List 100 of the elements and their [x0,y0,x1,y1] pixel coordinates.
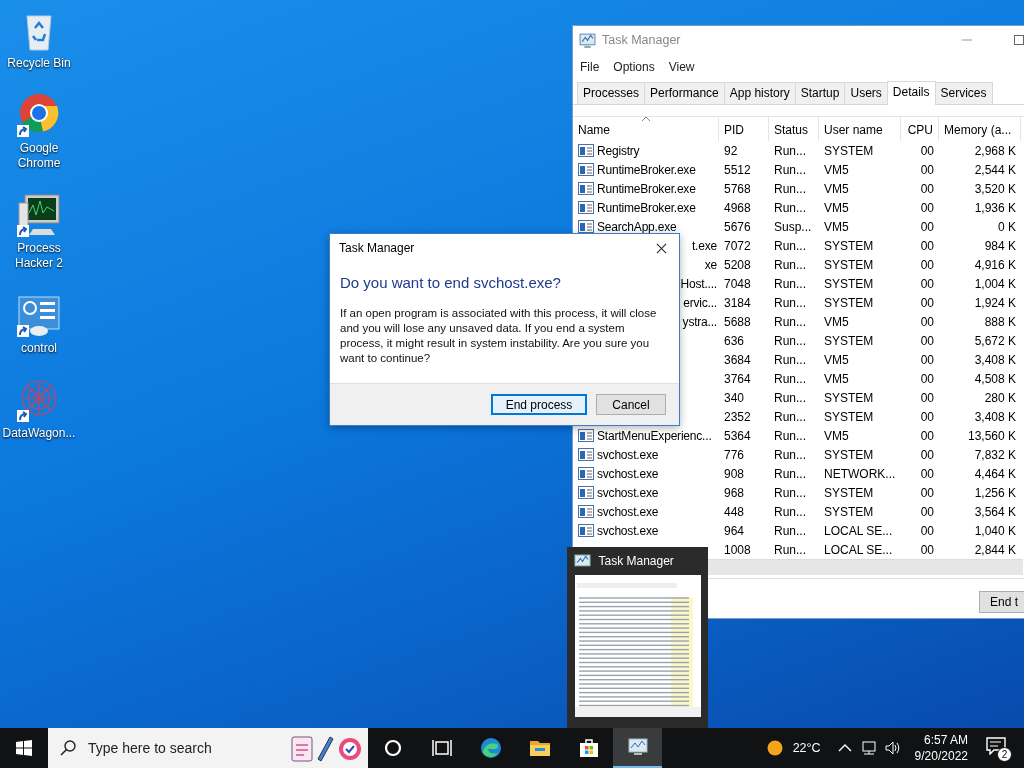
table-cell: Registry [597,143,640,158]
tab[interactable]: Users [844,82,888,104]
taskbar-preview-popup[interactable]: Task Manager [567,547,708,728]
sun-weather-icon[interactable] [766,740,783,756]
table-cell: LOCAL SE... [824,542,893,557]
table-cell: Run... [774,504,806,519]
table-cell: Run... [774,314,806,329]
table-cell: Run... [774,390,806,405]
dialog-heading: Do you want to end svchost.exe? [339,273,562,291]
table-cell: 1,936 K [974,200,1016,215]
app-window-icon [578,448,594,461]
table-cell: 00 [920,390,934,405]
clock[interactable]: 6:57 AM 9/20/2022 [914,732,968,764]
table-cell: VM5 [824,314,849,329]
table-cell: 00 [920,181,934,196]
table-cell: 00 [920,466,934,481]
table-cell: 5512 [724,162,751,177]
table-cell: Run... [774,276,806,291]
column-header[interactable]: Memory (a... [939,117,1021,141]
volume-icon[interactable] [884,740,901,756]
table-cell: 00 [920,333,934,348]
menu-item[interactable]: Options [613,60,655,74]
app-window-icon [578,429,594,442]
table-cell: 13,560 K [967,428,1016,443]
table-cell: 3,564 K [974,504,1016,519]
table-cell: 1,040 K [974,523,1016,538]
column-header[interactable]: CPU [901,117,939,141]
desktop-icon-label[interactable]: control [0,341,78,356]
column-header[interactable]: Status [769,117,819,141]
maximize-icon[interactable] [1013,34,1024,46]
table-cell: 4968 [724,200,751,215]
network-icon[interactable] [860,740,877,756]
table-cell: 776 [724,447,745,462]
table-cell: Run... [774,200,806,215]
monitor-icon[interactable] [15,191,63,239]
app-window-icon [578,201,594,214]
table-cell: 00 [920,314,934,329]
table-cell: 00 [920,257,934,272]
dialog-button[interactable]: End process [491,394,587,415]
desktop-icon-label[interactable]: DataWagon... [0,426,78,441]
tab[interactable]: Processes [577,82,646,104]
table-cell: 00 [920,200,934,215]
tab[interactable]: Services [934,82,993,104]
table-cell: RuntimeBroker.exe [597,200,696,215]
table-cell: svchost.exe [597,466,659,481]
table-cell: LOCAL SE... [824,523,893,538]
preview-title: Task Manager [598,554,674,568]
table-cell: RuntimeBroker.exe [597,181,696,196]
task-manager-icon[interactable] [613,728,662,768]
table-cell: 3184 [724,295,751,310]
table-cell: 5768 [724,181,751,196]
dialog-title: Task Manager [339,241,415,255]
column-header[interactable]: Name [573,117,719,141]
table-cell: 00 [920,295,934,310]
tab[interactable]: Details [886,81,936,105]
desktop-icon-label[interactable]: Google Chrome [11,141,67,171]
table-cell: 984 K [984,238,1016,253]
table-cell: 2,544 K [974,162,1016,177]
tab[interactable]: App history [723,82,796,104]
menu-item[interactable]: File [580,60,600,74]
temperature[interactable]: 22°C [792,741,821,755]
table-cell: NETWORK... [824,466,896,481]
table-cell: 280 K [984,390,1016,405]
table-cell: Run... [774,466,806,481]
table-cell: SYSTEM [824,333,874,348]
table-cell: 00 [920,523,934,538]
table-cell: SYSTEM [824,409,874,424]
table-cell: 968 [724,485,745,500]
table-cell: Run... [774,409,806,424]
table-cell: VM5 [824,428,849,443]
column-header[interactable]: PID [719,117,769,141]
end-task-button[interactable]: End t [979,591,1024,613]
table-cell: 7048 [724,276,751,291]
table-cell: 00 [920,219,934,234]
desktop-icon-label[interactable]: Recycle Bin [0,56,78,71]
column-header[interactable]: User name [819,117,901,141]
search-field[interactable]: Type here to search [48,728,368,768]
table-cell: Run... [774,162,806,177]
table-cell: Run... [774,352,806,367]
table-cell: Run... [774,428,806,443]
table-cell: VM5 [824,352,849,367]
tab[interactable]: Startup [794,82,846,104]
tab[interactable]: Performance [644,82,725,104]
table-cell: 5364 [724,428,751,443]
desktop-icon-label[interactable]: Process Hacker 2 [11,241,67,271]
dialog-message: If an open program is associated with this process, it will close and you will lose any unsaved data. If you end a system process, it might result in system instability. Are you sure you want to continue? [340,306,658,366]
table-cell: VM5 [824,371,849,386]
app-window-icon [578,144,594,157]
table-cell: 3,408 K [974,409,1016,424]
menu-item[interactable]: View [668,60,695,74]
dialog-button[interactable]: Cancel [596,394,666,415]
table-cell: 964 [724,523,745,538]
chart-monitor-icon [579,31,596,49]
table-cell: 00 [920,542,934,557]
table-cell: svchost.exe [597,447,659,462]
app-window-icon [578,467,594,480]
windows-start-icon[interactable] [16,740,32,756]
close-icon[interactable] [656,242,667,254]
table-cell: Susp... [774,219,812,234]
table-cell: SYSTEM [824,276,874,291]
